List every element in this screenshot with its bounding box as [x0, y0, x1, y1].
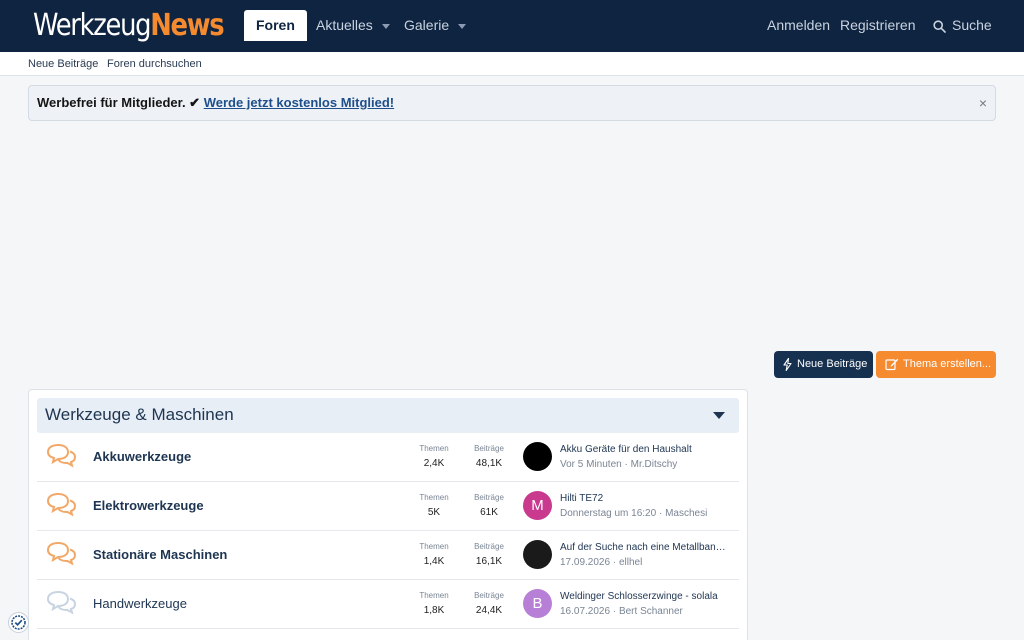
posts-stat: Beiträge 48,1K: [464, 444, 514, 469]
lightning-icon: [783, 358, 792, 371]
search-label: Suche: [952, 17, 992, 33]
last-post-user[interactable]: Maschesi: [665, 508, 707, 519]
posts-count: 61K: [480, 507, 498, 518]
posts-label: Beiträge: [474, 591, 504, 600]
last-post-time[interactable]: Donnerstag um 16:20: [560, 508, 656, 519]
last-post-time[interactable]: 17.09.2026: [560, 557, 610, 568]
search-icon: [933, 20, 946, 33]
new-posts-label: Neue Beiträge: [797, 358, 868, 370]
last-post-title-link[interactable]: Hilti TE72: [560, 493, 730, 504]
sub-navigation: Neue Beiträge Foren durchsuchen: [0, 52, 1024, 76]
forum-row: Handwerkzeuge Themen 1,8K Beiträge 24,4K B Wel…: [37, 580, 739, 629]
close-icon[interactable]: ×: [979, 86, 987, 120]
avatar[interactable]: B: [523, 589, 552, 618]
threads-label: Themen: [419, 493, 449, 502]
cookie-consent-icon[interactable]: [8, 612, 29, 633]
last-post-time[interactable]: 16.07.2026: [560, 606, 610, 617]
avatar[interactable]: [523, 442, 552, 471]
threads-count: 1,8K: [423, 605, 445, 616]
last-post-user[interactable]: Bert Schanner: [619, 606, 683, 617]
posts-label: Beiträge: [474, 493, 504, 502]
threads-stat: Themen 1,8K: [409, 591, 459, 616]
posts-count: 24,4K: [475, 605, 503, 616]
membership-notice: Werbefrei für Mitglieder. ✔ Werde jetzt …: [28, 85, 996, 121]
create-thread-button[interactable]: Thema erstellen...: [876, 351, 996, 378]
nav-tab-aktuelles[interactable]: Aktuelles: [316, 10, 390, 41]
last-post-meta: Vor 5 Minuten · Mr.Ditschy: [560, 459, 678, 470]
threads-stat: Themen 2,4K: [409, 444, 459, 469]
forum-title-link[interactable]: Handwerkzeuge: [93, 596, 187, 611]
threads-label: Themen: [419, 444, 449, 453]
site-logo[interactable]: WerkzeugNews: [33, 8, 225, 43]
threads-count: 2,4K: [423, 458, 445, 469]
last-post-time[interactable]: Vor 5 Minuten: [560, 459, 622, 470]
threads-count: 5K: [427, 507, 441, 518]
nav-tab-foren[interactable]: Foren: [244, 10, 307, 41]
forum-row: Akkuwerkzeuge Themen 2,4K Beiträge 48,1K Akku…: [37, 433, 739, 482]
top-header: WerkzeugNews Foren Aktuelles Galerie Anm…: [0, 0, 1024, 52]
last-post-title-link[interactable]: Akku Geräte für den Haushalt: [560, 444, 730, 455]
posts-label: Beiträge: [474, 444, 504, 453]
forum-chat-icon: [46, 541, 77, 566]
posts-stat: Beiträge 61K: [464, 493, 514, 518]
posts-count: 16,1K: [475, 556, 503, 567]
forum-title-link[interactable]: Stationäre Maschinen: [93, 547, 227, 562]
nav-tab-galerie[interactable]: Galerie: [404, 10, 467, 41]
threads-stat: Themen 5K: [409, 493, 459, 518]
edit-icon: [885, 358, 899, 371]
forum-title-link[interactable]: Akkuwerkzeuge: [93, 449, 191, 464]
subnav-search-forums[interactable]: Foren durchsuchen: [107, 58, 202, 70]
forum-category-block: Werkzeuge & Maschinen Akkuwerkzeuge Theme…: [28, 389, 748, 640]
last-post-user[interactable]: Mr.Ditschy: [631, 459, 678, 470]
chevron-down-icon[interactable]: [458, 23, 467, 29]
last-post-meta: Donnerstag um 16:20 · Maschesi: [560, 508, 708, 519]
nav-tab-label: Aktuelles: [316, 17, 373, 33]
last-post-title-link[interactable]: Weldinger Schlosserzwinge - solala: [560, 591, 730, 602]
logo-text-werkzeug: Werkzeug: [33, 8, 152, 43]
search-link[interactable]: Suche: [933, 10, 992, 41]
posts-stat: Beiträge 16,1K: [464, 542, 514, 567]
avatar[interactable]: M: [523, 491, 552, 520]
forum-chat-icon: [46, 443, 77, 468]
last-post-meta: 16.07.2026 · Bert Schanner: [560, 606, 683, 617]
forum-chat-icon: [46, 590, 77, 615]
posts-stat: Beiträge 24,4K: [464, 591, 514, 616]
posts-count: 48,1K: [475, 458, 503, 469]
login-link[interactable]: Anmelden: [767, 10, 830, 41]
notice-register-link[interactable]: Werde jetzt kostenlos Mitglied!: [204, 95, 394, 110]
forum-title-link[interactable]: Elektrowerkzeuge: [93, 498, 204, 513]
register-link[interactable]: Registrieren: [840, 10, 915, 41]
nav-tab-label: Foren: [256, 17, 295, 33]
last-post-title-link[interactable]: Auf der Suche nach eine Metallbandsäge: [560, 542, 730, 553]
threads-label: Themen: [419, 542, 449, 551]
forum-row: Stationäre Maschinen Themen 1,4K Beiträge 16…: [37, 531, 739, 580]
forum-row: Elektrowerkzeuge Themen 5K Beiträge 61K M Hilt…: [37, 482, 739, 531]
posts-label: Beiträge: [474, 542, 504, 551]
nav-tab-label: Galerie: [404, 17, 450, 33]
chevron-down-icon[interactable]: [381, 23, 390, 29]
logo-text-news: News: [150, 8, 224, 43]
subnav-new-posts[interactable]: Neue Beiträge: [28, 58, 98, 70]
last-post-meta: 17.09.2026 · ellhel: [560, 557, 643, 568]
threads-count: 1,4K: [423, 556, 445, 567]
threads-stat: Themen 1,4K: [409, 542, 459, 567]
notice-text: Werbefrei für Mitglieder. ✔: [37, 95, 204, 110]
create-thread-label: Thema erstellen...: [903, 358, 992, 370]
new-posts-button[interactable]: Neue Beiträge: [774, 351, 873, 378]
category-title[interactable]: Werkzeuge & Maschinen: [45, 405, 234, 425]
last-post-user[interactable]: ellhel: [619, 557, 642, 568]
forum-chat-icon: [46, 492, 77, 517]
category-header: Werkzeuge & Maschinen: [37, 398, 739, 433]
threads-label: Themen: [419, 591, 449, 600]
avatar[interactable]: [523, 540, 552, 569]
collapse-toggle-icon[interactable]: [713, 412, 725, 419]
